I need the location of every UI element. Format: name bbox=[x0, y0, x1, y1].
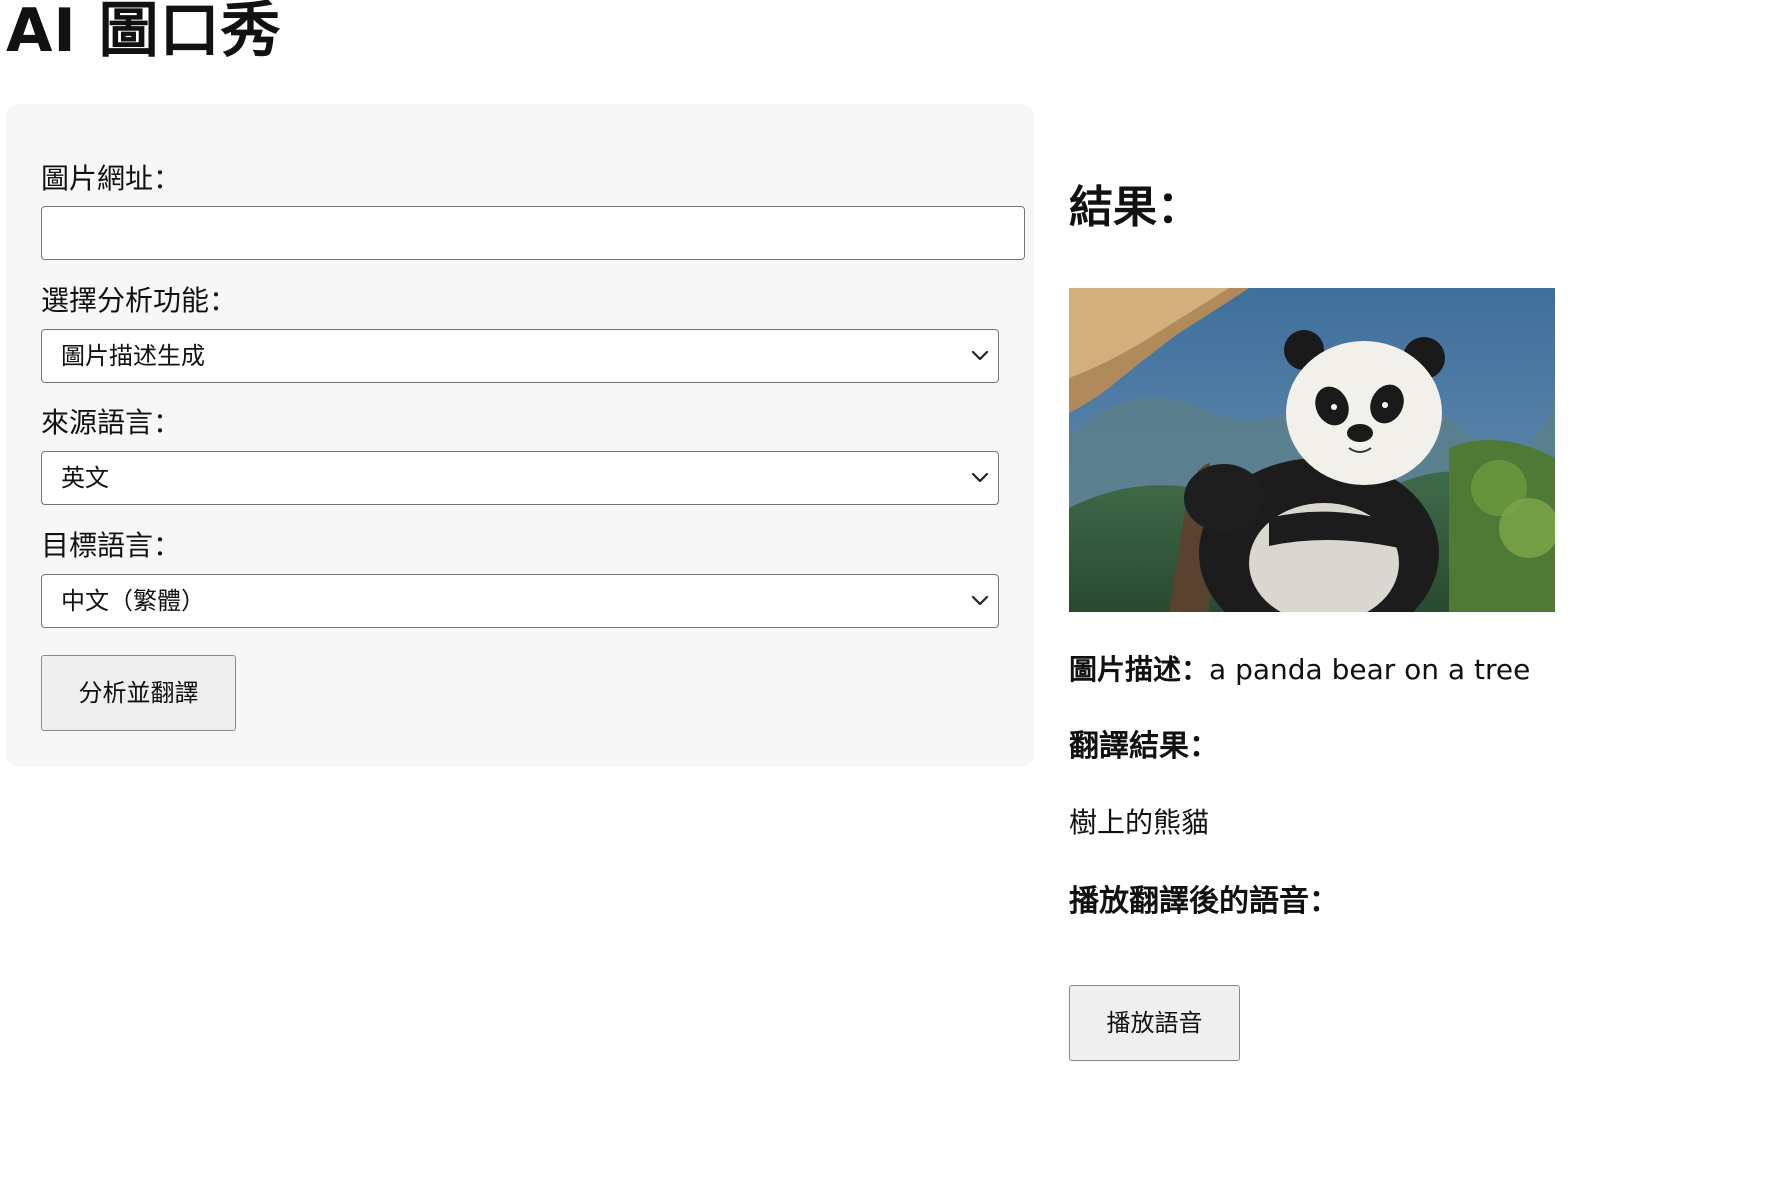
panda-photo-icon bbox=[1069, 288, 1555, 612]
target-language-value: 中文（繁體） bbox=[61, 587, 205, 615]
play-audio-button[interactable]: 播放語音 bbox=[1069, 985, 1240, 1061]
result-image bbox=[1069, 288, 1555, 612]
source-language-value: 英文 bbox=[61, 464, 109, 492]
target-language-label: 目標語言： bbox=[41, 529, 182, 562]
image-description-text: a panda bear on a tree bbox=[1209, 653, 1531, 686]
function-label: 選擇分析功能： bbox=[41, 284, 238, 317]
chevron-down-icon bbox=[971, 350, 989, 361]
target-language-select[interactable]: 中文（繁體） bbox=[41, 574, 999, 628]
translation-text: 樹上的熊貓 bbox=[1069, 806, 1210, 839]
image-url-input[interactable] bbox=[41, 206, 1025, 260]
image-description: 圖片描述：a panda bear on a tree bbox=[1069, 650, 1530, 690]
analyze-translate-button[interactable]: 分析並翻譯 bbox=[41, 655, 236, 731]
function-select[interactable]: 圖片描述生成 bbox=[41, 329, 999, 383]
translation-heading: 翻譯結果： bbox=[1069, 729, 1219, 764]
chevron-down-icon bbox=[971, 472, 989, 483]
source-language-select[interactable]: 英文 bbox=[41, 451, 999, 505]
analysis-form-panel: 圖片網址： 選擇分析功能： 圖片描述生成 來源語言： 英文 目標語言： 中文（繁… bbox=[6, 104, 1034, 767]
function-select-value: 圖片描述生成 bbox=[61, 342, 205, 370]
image-description-label: 圖片描述： bbox=[1069, 653, 1210, 686]
source-language-label: 來源語言： bbox=[41, 406, 182, 439]
result-heading: 結果： bbox=[1069, 182, 1201, 233]
chevron-down-icon bbox=[971, 595, 989, 606]
audio-heading: 播放翻譯後的語音： bbox=[1069, 884, 1339, 919]
image-url-label: 圖片網址： bbox=[41, 162, 182, 195]
page-title: AI 圖口秀 bbox=[6, 0, 282, 66]
